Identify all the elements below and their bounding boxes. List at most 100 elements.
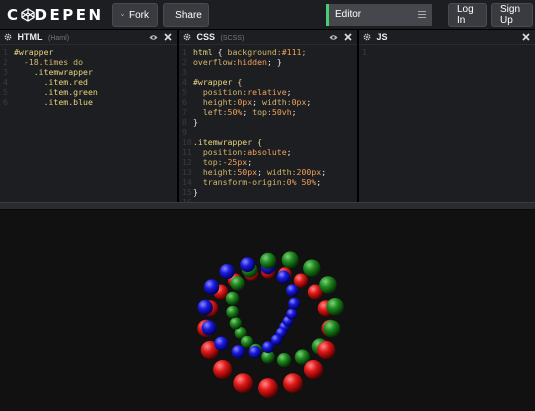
sphere-green [303,259,321,277]
sphere-blue [286,308,298,320]
css-pane-title: CSS [196,32,216,42]
fork-icon [121,13,124,17]
code-line: 8} [179,117,357,127]
code-text: left:50%; top:50vh; [202,107,297,117]
sphere-blue [219,264,235,280]
signup-button[interactable]: Sign Up [491,3,533,27]
code-line: 6 height:0px; width:0px; [179,97,357,107]
line-number: 2 [3,57,8,67]
code-text: -18.times do [23,57,84,67]
line-number: 1 [182,47,187,57]
sphere-red [283,373,303,393]
code-text: height:0px; width:0px; [202,97,312,107]
code-line: 7 left:50%; top:50vh; [179,107,357,117]
sphere-green [277,353,292,368]
eye-icon[interactable] [149,34,158,41]
code-line: 10.itemwrapper { [179,137,357,147]
code-text: overflow:hidden; } [193,57,282,67]
code-line: 13 height:50px; width:200px; [179,167,357,177]
sphere-green [225,291,240,306]
js-pane: JS 1 [359,30,535,202]
code-text: .itemwrapper [33,67,93,77]
js-pane-header: JS [359,30,535,45]
line-number: 1 [362,47,367,57]
sphere-blue [201,320,217,336]
close-icon[interactable] [164,33,172,41]
line-number: 2 [182,57,187,67]
gear-icon[interactable] [4,33,12,41]
sphere-red [317,340,336,360]
code-text: .item.red [43,77,88,87]
code-text: position:relative; [202,87,292,97]
sphere-blue [262,341,274,354]
css-pane: CSS (SCSS) 1 html { background:#111; 2 over… [179,30,357,202]
sphere-blue [214,336,229,351]
code-text: html { background:#111; [193,47,307,57]
pane-resize-handle[interactable] [0,202,535,210]
code-text: #wrapper [14,47,54,57]
gear-icon[interactable] [183,33,191,41]
codepen-cube-icon [20,8,35,22]
css-pane-header: CSS (SCSS) [179,30,357,45]
share-label: Share [175,9,202,21]
fork-button[interactable]: Fork [112,3,158,27]
sphere-blue [240,257,256,273]
sphere-blue [231,345,245,359]
sphere-green [259,252,277,269]
line-number: 3 [3,67,8,77]
sphere-red [258,378,278,398]
sphere-red [303,360,323,379]
line-number: 5 [182,87,187,97]
result-preview [0,210,535,411]
sphere-green [281,251,299,269]
line-number: 10 [182,137,192,147]
line-number: 3 [182,67,187,77]
code-line: 11 position:absolute; [179,147,357,157]
code-line: 2 overflow:hidden; } [179,57,357,67]
code-text: .item.green [43,87,98,97]
code-line: 3 .itemwrapper [0,67,177,77]
spheres-animation [197,251,344,398]
code-text: } [193,187,198,197]
view-mode-select[interactable]: Editor [326,4,432,26]
line-number: 7 [182,107,187,117]
html-code-editor[interactable]: 1 #wrapper 2 -18.times do 3 .itemwrapper 4 .… [0,45,177,202]
code-text: height:50px; width:200px; [202,167,327,177]
line-number: 11 [182,147,192,157]
menu-icon [418,11,426,18]
line-number: 4 [182,77,187,87]
line-number: 14 [182,177,192,187]
gear-icon[interactable] [363,33,371,41]
view-mode-value: Editor [335,9,362,20]
code-line: 1 #wrapper [0,47,177,57]
line-number: 6 [182,97,187,107]
js-code-editor[interactable]: 1 [359,45,535,202]
line-number: 6 [3,97,8,107]
close-icon[interactable] [522,33,530,41]
sphere-green [226,305,239,319]
line-number: 9 [182,127,187,137]
css-code-editor[interactable]: 1 html { background:#111; 2 overflow:hidden… [179,45,357,202]
html-preprocessor: (Haml) [48,35,70,42]
code-text: transform-origin:0% 50%; [202,177,322,187]
code-line: 15} [179,187,357,197]
code-line: 6 .item.blue [0,97,177,107]
sphere-blue [276,270,291,284]
codepen-logo[interactable]: C DEPEN [7,5,104,25]
login-button[interactable]: Log In [448,3,487,27]
sphere-blue [288,297,301,310]
sphere-red [213,360,233,379]
code-line: 5 .item.green [0,87,177,97]
eye-icon[interactable] [329,34,338,41]
html-pane: HTML (Haml) 1 #wrapper 2 -18.times do 3 .it… [0,30,177,202]
sphere-blue [286,284,299,297]
css-preprocessor: (SCSS) [220,35,245,42]
share-button[interactable]: Share [163,3,209,27]
close-icon[interactable] [344,33,352,41]
code-line: 14 transform-origin:0% 50%; [179,177,357,187]
code-line: 1 [359,47,535,57]
